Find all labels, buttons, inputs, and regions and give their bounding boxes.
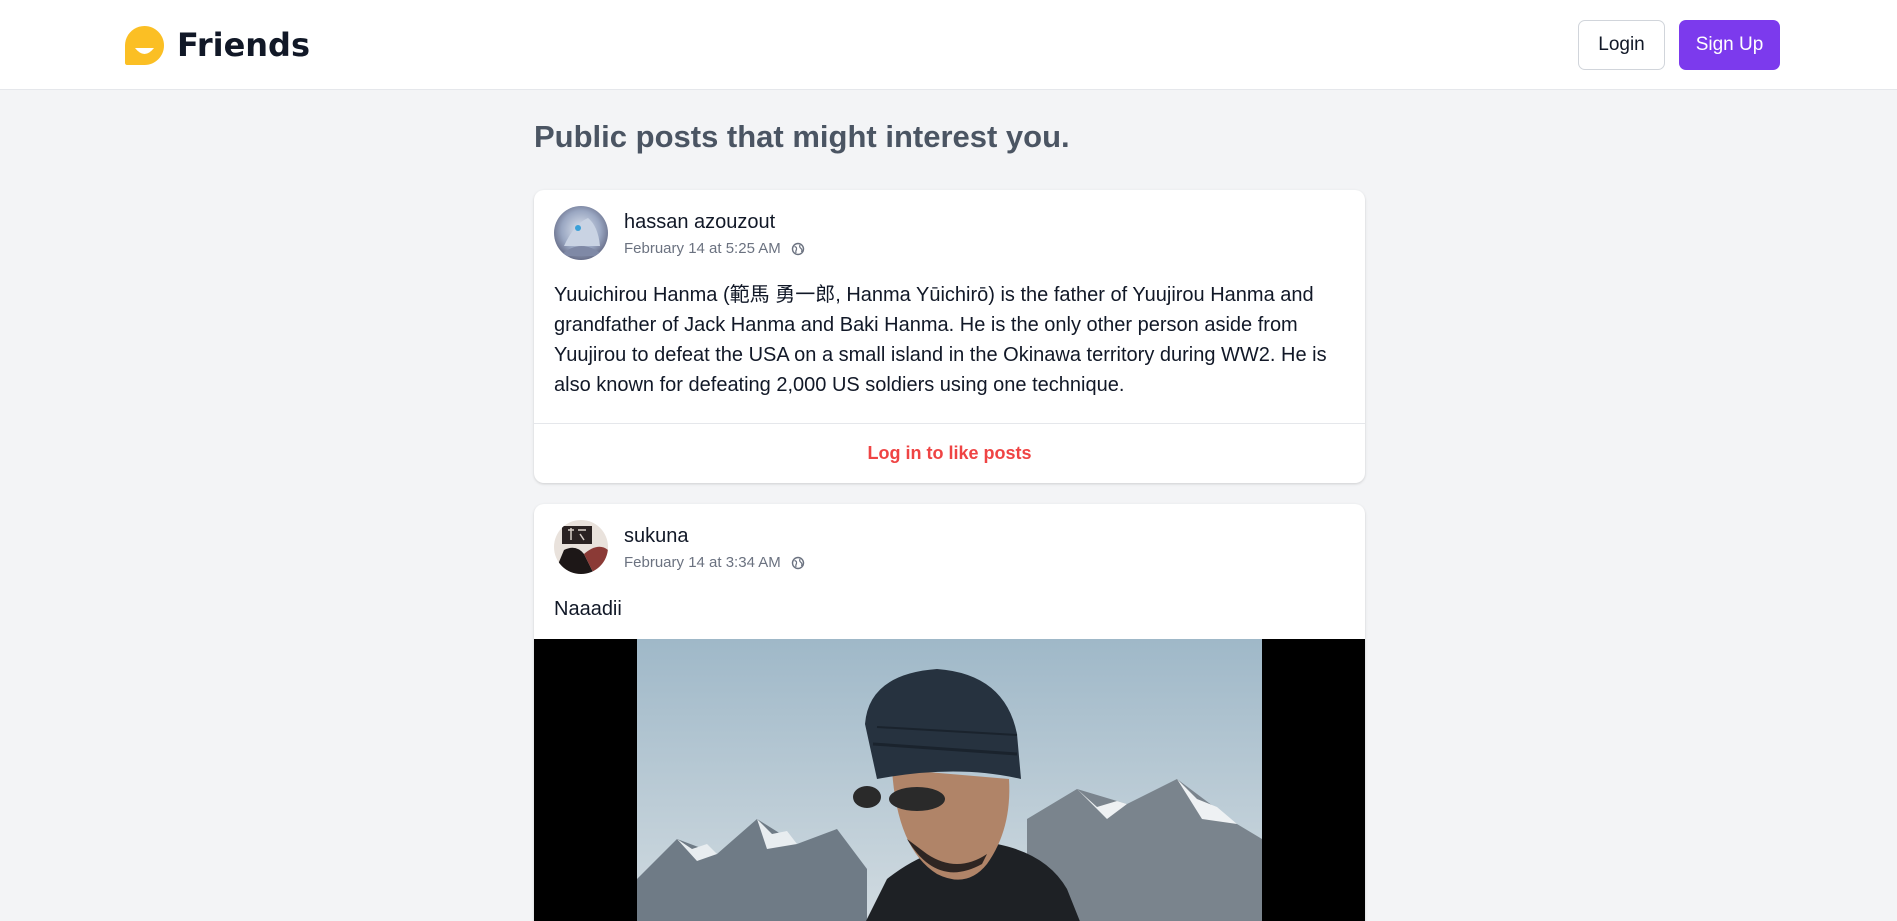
post-image[interactable] (637, 639, 1262, 921)
post-timestamp[interactable]: February 14 at 5:25 AM (624, 240, 781, 257)
post-media[interactable] (534, 639, 1365, 921)
post-author[interactable]: sukuna (624, 525, 689, 548)
post-card: hassan azouzout February 14 at 5:25 AM Y… (534, 190, 1365, 483)
post-author[interactable]: hassan azouzout (624, 211, 775, 234)
avatar[interactable] (554, 206, 608, 260)
top-navbar: Friends Login Sign Up (0, 0, 1897, 90)
post-meta: February 14 at 3:34 AM (624, 554, 805, 571)
brand-logo[interactable]: Friends (123, 22, 310, 68)
post-body: Yuuichirou Hanma (範馬 勇一郎, Hanma Yūichirō… (554, 284, 1327, 396)
post-meta: February 14 at 5:25 AM (624, 240, 805, 257)
login-button[interactable]: Login (1578, 20, 1665, 70)
post-card: sukuna February 14 at 3:34 AM Naaadii (534, 504, 1365, 921)
signup-button[interactable]: Sign Up (1679, 20, 1780, 70)
login-to-like-link[interactable]: Log in to like posts (534, 424, 1365, 483)
feed-heading: Public posts that might interest you. (534, 119, 1070, 154)
globe-icon (791, 556, 804, 569)
globe-icon (791, 242, 804, 255)
avatar[interactable] (554, 520, 608, 574)
post-body: Naaadii (554, 598, 622, 620)
brand-name: Friends (177, 26, 310, 64)
post-timestamp[interactable]: February 14 at 3:34 AM (624, 554, 781, 571)
chat-bubble-smile-icon (125, 25, 164, 65)
